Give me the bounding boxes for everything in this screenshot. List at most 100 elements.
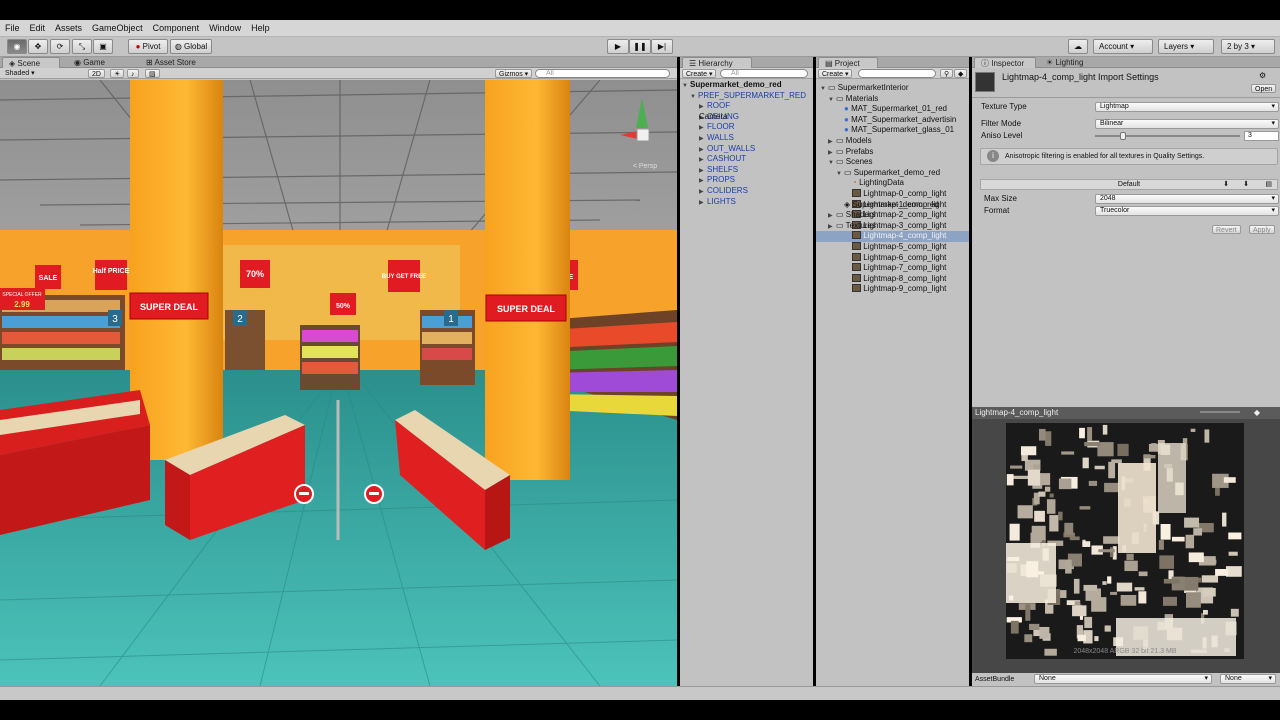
aniso-value-input[interactable]: 3 <box>1244 131 1279 141</box>
hierarchy-item[interactable]: ▶ FLOOR <box>680 122 813 133</box>
scale-tool-button[interactable]: ⤡ <box>72 39 92 54</box>
tab-hierarchy[interactable]: ☰ Hierarchy <box>682 57 752 68</box>
material-item[interactable]: ● MAT_Supermarket_01_red <box>816 104 969 115</box>
hierarchy-item[interactable]: ▶ OUT_WALLS <box>680 144 813 155</box>
max-size-dropdown[interactable]: 2048 <box>1095 194 1279 204</box>
tab-project[interactable]: ▤ Project <box>818 57 878 68</box>
lighting-data-item[interactable]: ◔ LightingData <box>816 178 969 189</box>
hierarchy-item[interactable]: ▶ CASHOUT <box>680 154 813 165</box>
rect-tool-button[interactable]: ▣ <box>93 39 113 54</box>
asset-variant-dropdown[interactable]: None <box>1220 674 1276 684</box>
lightmap-item[interactable]: Lightmap-7_comp_light <box>816 263 969 274</box>
aniso-slider-track[interactable] <box>1095 135 1240 137</box>
menu-edit[interactable]: Edit <box>25 23 51 33</box>
tab-lighting[interactable]: ☀ Lighting <box>1040 57 1089 68</box>
lightmap-item-label: Lightmap-2_comp_light <box>863 210 947 220</box>
hierarchy-create-button[interactable]: Create ▾ <box>682 69 717 78</box>
hierarchy-camera-item[interactable]: Camera <box>680 112 813 123</box>
lighting-toggle[interactable]: ☀ <box>110 69 125 78</box>
hierarchy-item[interactable]: ▶ COLIDERS <box>680 186 813 197</box>
hierarchy-search-input[interactable]: All <box>720 69 808 78</box>
hierarchy-prefab-item[interactable]: ▼ PREF_SUPERMARKET_RED <box>680 91 813 102</box>
menu-assets[interactable]: Assets <box>50 23 87 33</box>
preview-panel: Lightmap-4_comp_light ◆ 2048x2048 ARGB 3… <box>972 407 1280 686</box>
platform-tab-default[interactable]: Default ⬇ ⬇ ▤ <box>980 179 1278 190</box>
2d-toggle[interactable]: 2D <box>88 69 105 78</box>
layers-dropdown[interactable]: Layers ▾ <box>1158 39 1214 54</box>
lightmap-item[interactable]: Lightmap-8_comp_light <box>816 273 969 285</box>
play-button[interactable]: ▶ <box>607 39 629 54</box>
pause-button[interactable]: ❚❚ <box>629 39 651 54</box>
scenes-folder[interactable]: ▼ ▭ Scenes <box>816 157 969 168</box>
menu-file[interactable]: File <box>0 23 25 33</box>
eye-icon: ◉ <box>13 42 21 51</box>
prefabs-folder[interactable]: ▶ ▭ Prefabs <box>816 147 969 158</box>
project-search-input[interactable] <box>858 69 936 78</box>
format-dropdown[interactable]: Truecolor <box>1095 206 1279 216</box>
hierarchy-item[interactable]: ▶ SHELFS <box>680 165 813 176</box>
layout-dropdown[interactable]: 2 by 3 ▾ <box>1221 39 1275 54</box>
lightmap-item[interactable]: Lightmap-6_comp_light <box>816 252 969 264</box>
mip-slider[interactable] <box>1200 411 1240 413</box>
hierarchy-item[interactable]: ▶ LIGHTS <box>680 197 813 208</box>
asset-bundle-dropdown[interactable]: None <box>1034 674 1212 684</box>
sun-icon: ☀ <box>114 71 121 78</box>
global-toggle[interactable]: ◍ Global <box>170 39 212 54</box>
lightmap-item[interactable]: Lightmap-5_comp_light <box>816 241 969 253</box>
shading-dropdown[interactable]: Shaded ▾ <box>2 69 82 78</box>
texture-icon <box>852 231 861 240</box>
pivot-toggle[interactable]: ● Pivot <box>128 39 168 54</box>
models-folder[interactable]: ▶ ▭ Models <box>816 136 969 147</box>
filter-type-button[interactable]: ⚲ <box>940 69 954 78</box>
hierarchy-item[interactable]: ▶ WALLS <box>680 133 813 144</box>
preview-info: 2048x2048 ARGB 32 bit 21.3 MB <box>1073 648 1176 655</box>
step-button[interactable]: ▶| <box>651 39 673 54</box>
texture-type-dropdown[interactable]: Lightmap <box>1095 102 1279 112</box>
material-item[interactable]: ● MAT_Supermarket_advertisin <box>816 115 969 126</box>
menu-window[interactable]: Window <box>204 23 246 33</box>
material-item-label: MAT_Supermarket_advertisin <box>851 114 957 124</box>
lightmap-chart-block <box>1094 465 1105 470</box>
apply-button[interactable]: Apply <box>1249 225 1275 234</box>
tab-game[interactable]: ◉ Game <box>68 57 111 68</box>
models-label: Models <box>845 135 872 145</box>
hierarchy-item[interactable]: ▶ ROOF <box>680 101 813 112</box>
tab-scene[interactable]: ◈ Scene <box>2 57 60 68</box>
lightmap-chart-block <box>1073 578 1080 594</box>
open-button[interactable]: Open <box>1251 84 1277 93</box>
menu-help[interactable]: Help <box>246 23 275 33</box>
alpha-icon[interactable]: ◆ <box>1254 407 1260 419</box>
texture-icon <box>852 252 861 261</box>
aniso-slider-thumb[interactable] <box>1119 132 1126 140</box>
lightmap-item[interactable]: Lightmap-9_comp_light <box>816 284 969 295</box>
filter-mode-dropdown[interactable]: Bilinear <box>1095 119 1279 129</box>
settings-icon[interactable]: ⚙ <box>1259 71 1266 80</box>
effects-toggle[interactable]: ▨ <box>145 69 160 78</box>
project-root-folder[interactable]: ▼ ▭ SupermarketInterior <box>816 83 969 94</box>
project-create-button[interactable]: Create ▾ <box>818 69 853 78</box>
tag-icon: ◆ <box>958 71 964 78</box>
gizmos-dropdown[interactable]: Gizmos ▾ <box>495 69 533 78</box>
lightmap-item[interactable]: Lightmap-0_comp_light <box>816 188 969 200</box>
hierarchy-scene-root[interactable]: ▼ Supermarket_demo_red <box>680 80 813 91</box>
hierarchy-item[interactable]: ▶ PROPS <box>680 175 813 186</box>
hand-tool-button[interactable]: ◉ <box>7 39 27 54</box>
filter-label-button[interactable]: ◆ <box>954 69 968 78</box>
materials-folder[interactable]: ▼ ▭ Materials <box>816 94 969 105</box>
revert-button[interactable]: Revert <box>1212 225 1241 234</box>
collab-button[interactable]: ☁ <box>1068 39 1088 54</box>
tab-asset-store[interactable]: ⊞ Asset Store <box>140 57 202 68</box>
tab-inspector[interactable]: ⓘ Inspector <box>974 57 1036 68</box>
move-tool-button[interactable]: ✥ <box>28 39 48 54</box>
scene-viewport[interactable]: Half PRICE SALE 70% 50% BUY GET FREE SAL… <box>0 80 677 686</box>
lightmap-item[interactable]: Lightmap-4_comp_light <box>816 231 969 242</box>
pillar-right <box>485 80 570 480</box>
rotate-tool-button[interactable]: ⟳ <box>50 39 70 54</box>
menu-gameobject[interactable]: GameObject <box>87 23 148 33</box>
scene-folder[interactable]: ▼ ▭ Supermarket_demo_red <box>816 168 969 179</box>
material-item[interactable]: ● MAT_Supermarket_glass_01 <box>816 125 969 136</box>
scene-search-input[interactable]: All <box>535 69 670 78</box>
menu-component[interactable]: Component <box>148 23 205 33</box>
account-dropdown[interactable]: Account ▾ <box>1093 39 1153 54</box>
audio-toggle[interactable]: ♪ <box>127 69 139 78</box>
